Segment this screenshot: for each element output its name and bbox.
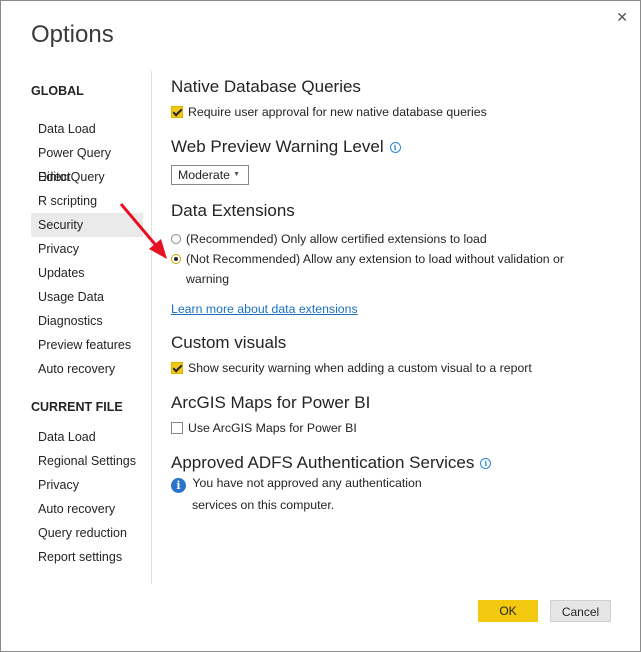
nav-item-power-query-editor[interactable]: Power Query Editor (31, 141, 143, 184)
arcgis-row[interactable]: Use ArcGIS Maps for Power BI (171, 421, 357, 435)
nav-item-file-auto-recovery[interactable]: Auto recovery (31, 497, 143, 521)
info-icon[interactable]: i (389, 142, 401, 153)
arcgis-label: Use ArcGIS Maps for Power BI (188, 421, 357, 435)
web-preview-title: Web Preview Warning Level i (171, 137, 401, 157)
custom-visual-warning-checkbox[interactable] (171, 362, 183, 374)
adfs-message-line1: You have not approved any authentication (192, 476, 422, 490)
info-icon[interactable]: i (480, 458, 492, 469)
ok-button[interactable]: OK (478, 600, 538, 622)
nav-item-regional-settings[interactable]: Regional Settings (31, 449, 143, 473)
recommended-label: (Recommended) Only allow certified exten… (186, 232, 487, 246)
annotation-arrow-icon (119, 203, 167, 259)
not-recommended-label: (Not Recommended) Allow any extension to… (186, 252, 564, 266)
close-icon[interactable]: ✕ (616, 9, 628, 26)
nav-item-file-data-load[interactable]: Data Load (31, 425, 143, 449)
native-db-title: Native Database Queries (171, 77, 361, 96)
arcgis-checkbox[interactable] (171, 422, 183, 434)
nav-item-global-data-load[interactable]: Data Load (31, 117, 143, 141)
adfs-title-text: Approved ADFS Authentication Services (171, 453, 475, 472)
nav-heading-global: GLOBAL (31, 84, 84, 98)
warning-level-value: Moderate (178, 168, 230, 182)
nav-item-query-reduction[interactable]: Query reduction (31, 521, 143, 545)
options-nav: GLOBAL Data Load Power Query Editor Dire… (31, 73, 143, 569)
require-approval-label: Require user approval for new native dat… (188, 105, 487, 119)
adfs-message-line2: services on this computer. (192, 498, 335, 512)
extensions-recommended-option[interactable]: (Recommended) Only allow certified exten… (171, 232, 487, 246)
nav-item-global-auto-recovery[interactable]: Auto recovery (31, 357, 143, 381)
arcgis-title: ArcGIS Maps for Power BI (171, 393, 371, 412)
adfs-title: Approved ADFS Authentication Services i (171, 453, 492, 473)
chevron-down-icon: ▼ (233, 171, 240, 178)
require-approval-checkbox[interactable] (171, 106, 183, 118)
nav-item-report-settings[interactable]: Report settings (31, 545, 143, 569)
nav-heading-current-file: CURRENT FILE (31, 400, 123, 414)
adfs-message: i You have not approved any authenticati… (171, 476, 422, 493)
nav-item-preview-features[interactable]: Preview features (31, 333, 143, 357)
require-approval-row[interactable]: Require user approval for new native dat… (171, 105, 487, 119)
extensions-not-recommended-option[interactable]: (Not Recommended) Allow any extension to… (171, 252, 564, 266)
options-dialog: Options ✕ GLOBAL Data Load Power Query E… (0, 0, 641, 652)
nav-item-diagnostics[interactable]: Diagnostics (31, 309, 143, 333)
nav-item-file-privacy[interactable]: Privacy (31, 473, 143, 497)
custom-visuals-title: Custom visuals (171, 333, 287, 352)
nav-divider (151, 71, 152, 584)
learn-more-link[interactable]: Learn more about data extensions (171, 302, 358, 316)
nav-item-directquery[interactable]: DirectQuery (31, 165, 143, 189)
web-preview-title-text: Web Preview Warning Level (171, 137, 384, 156)
cancel-button[interactable]: Cancel (550, 600, 611, 622)
info-circle-icon: i (171, 478, 186, 493)
warning-level-dropdown[interactable]: Moderate ▼ (171, 165, 249, 185)
dialog-title: Options (31, 21, 114, 48)
custom-visual-warning-row[interactable]: Show security warning when adding a cust… (171, 361, 532, 375)
data-extensions-title: Data Extensions (171, 201, 295, 220)
not-recommended-label-continued: warning (186, 272, 230, 286)
nav-item-usage-data[interactable]: Usage Data (31, 285, 143, 309)
custom-visual-warning-label: Show security warning when adding a cust… (188, 361, 532, 375)
